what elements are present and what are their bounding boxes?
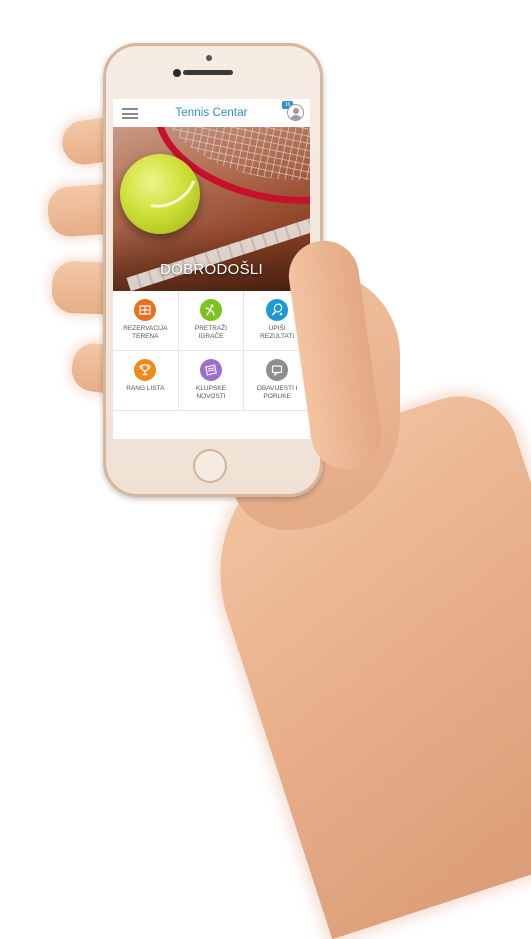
tile-club-news[interactable]: KLUPSKE NOVOSTI: [178, 351, 245, 411]
racket-ball-icon: [266, 299, 289, 321]
tile-label: REZERVACIJA TERENA: [123, 325, 168, 340]
player-icon: [199, 299, 222, 321]
app-screen: Tennis Centar 16 DOBRODOŠLI REZERVACIJA …: [113, 99, 310, 439]
earpiece-speaker: [183, 70, 233, 75]
tile-search-players[interactable]: PRETRAŽI IGRAČE: [178, 291, 245, 351]
home-button[interactable]: [193, 449, 227, 483]
court-icon: [134, 299, 157, 321]
tile-label: OBAVIJESTI I PORUKE: [256, 385, 298, 400]
tile-label: PRETRAŽI IGRAČE: [194, 325, 228, 340]
user-avatar-icon[interactable]: [287, 104, 304, 121]
tennis-ball-image: [120, 154, 200, 234]
trophy-icon: [134, 359, 157, 381]
front-camera: [173, 69, 181, 77]
app-title: Tennis Centar: [175, 107, 248, 119]
tile-ranking-list[interactable]: RANG LISTA: [113, 351, 179, 411]
app-header: Tennis Centar 16: [113, 99, 310, 127]
welcome-title: DOBRODOŠLI: [159, 261, 264, 278]
chat-icon: [266, 359, 289, 381]
menu-grid: REZERVACIJA TERENA PRETRAŽI IGRAČE UPIŠI…: [113, 291, 310, 411]
tile-label: RANG LISTA: [126, 385, 165, 392]
newspaper-icon: [199, 359, 222, 381]
hero-banner: DOBRODOŠLI: [113, 127, 310, 291]
sensor-dot: [206, 55, 212, 61]
hamburger-menu-icon[interactable]: [122, 108, 138, 119]
tile-court-reservation[interactable]: REZERVACIJA TERENA: [113, 291, 179, 351]
tile-label: KLUPSKE NOVOSTI: [195, 385, 226, 400]
